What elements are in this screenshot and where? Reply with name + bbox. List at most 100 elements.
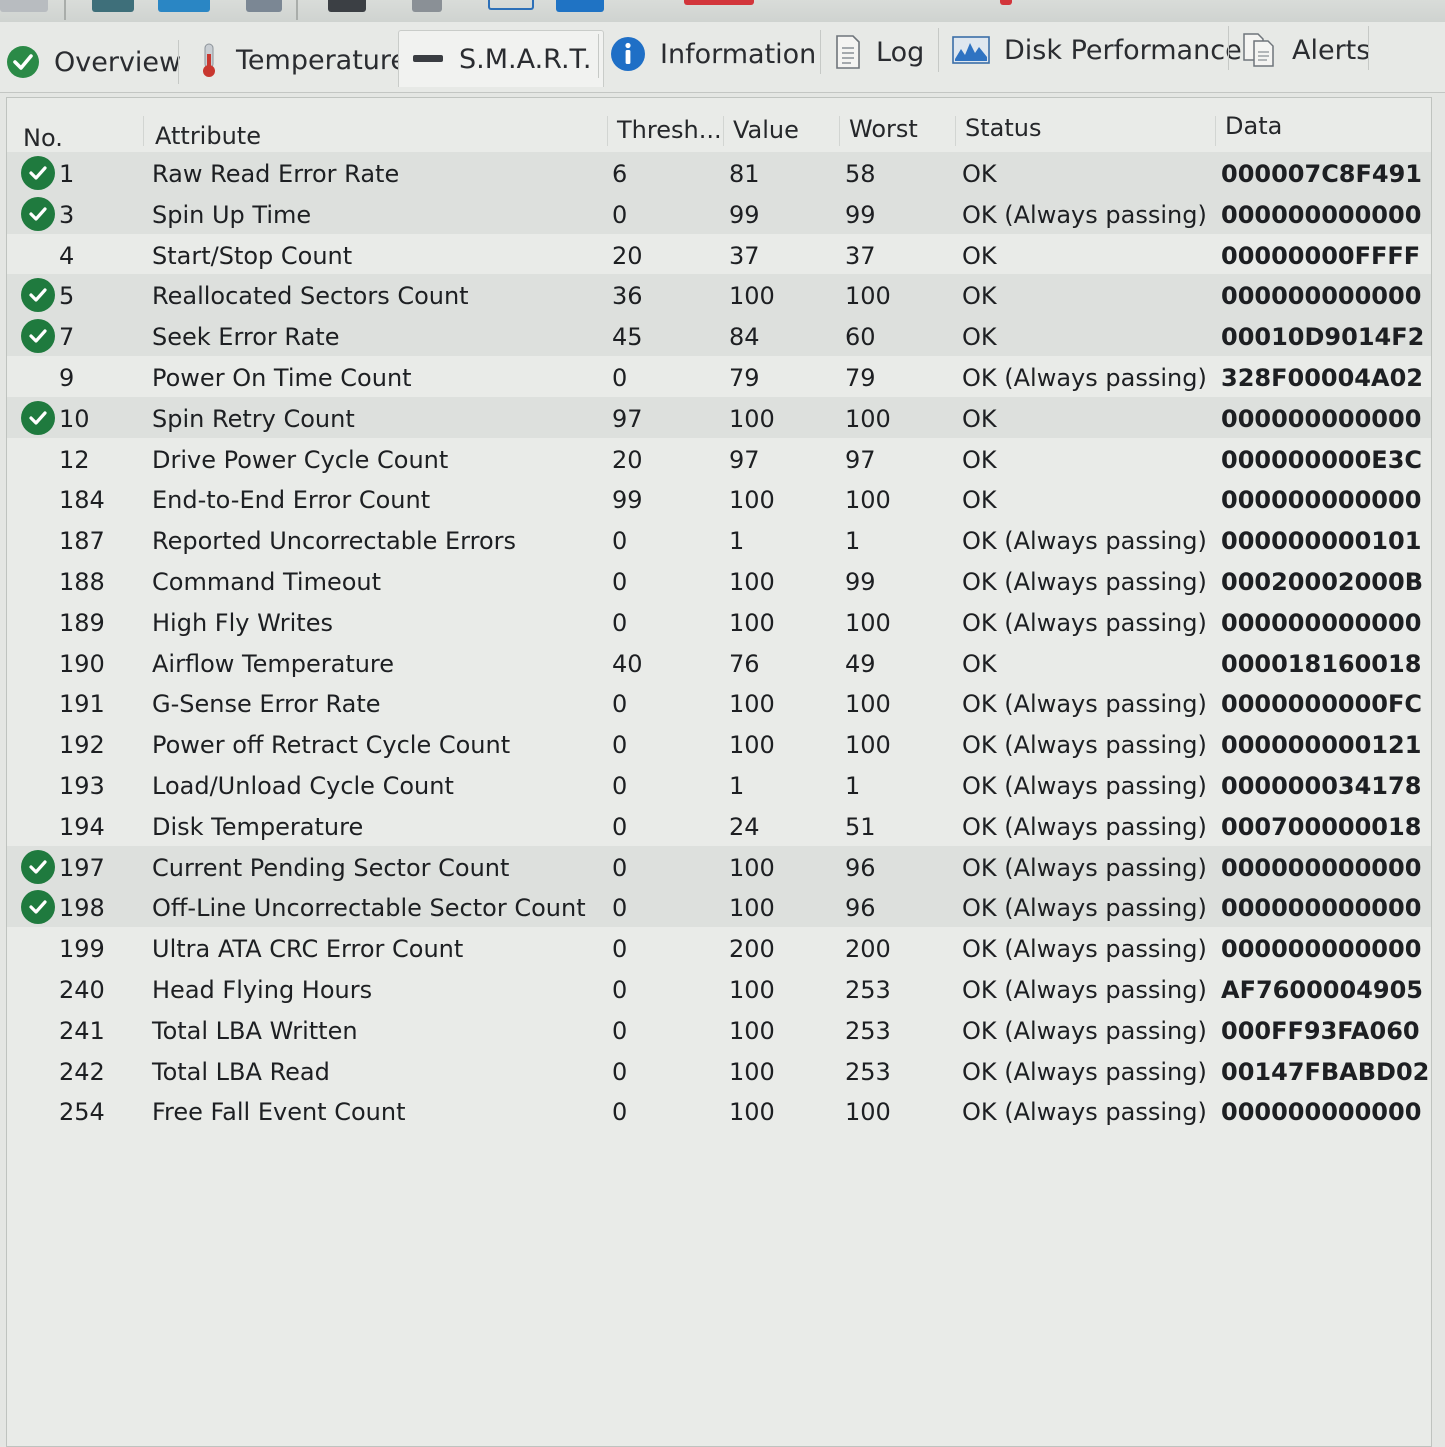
toolbar-button[interactable] xyxy=(556,0,604,12)
worst-value: 49 xyxy=(845,649,876,678)
table-row[interactable]: 242 Total LBA Read 0 100 253 OK (Always passi… xyxy=(7,1050,1431,1091)
attribute-id: 197 xyxy=(59,853,105,882)
tab-disk-performance[interactable]: Disk Performance xyxy=(952,26,1242,74)
table-row[interactable]: 197 Current Pending Sector Count 0 100 96 OK … xyxy=(7,845,1431,887)
worst-value: 253 xyxy=(845,1057,891,1086)
status-text: OK xyxy=(962,486,997,515)
raw-data: 000000000121 xyxy=(1221,731,1422,760)
attribute-name: High Fly Writes xyxy=(152,608,333,637)
header-attribute[interactable]: Attribute xyxy=(155,122,261,150)
header-worst[interactable]: Worst xyxy=(849,115,918,143)
status-text: OK xyxy=(962,649,997,678)
worst-value: 58 xyxy=(845,160,876,188)
attribute-id: 10 xyxy=(59,404,90,433)
table-row[interactable]: 192 Power off Retract Cycle Count 0 100 100 O… xyxy=(7,723,1431,764)
table-row[interactable]: 10 Spin Retry Count 97 100 100 OK 000000000000 xyxy=(7,396,1431,438)
raw-data: 000000000000 xyxy=(1221,853,1422,882)
threshold-value: 0 xyxy=(612,200,628,229)
table-row[interactable]: 241 Total LBA Written 0 100 253 OK (Always pa… xyxy=(7,1009,1431,1050)
tab-alerts[interactable]: Alerts xyxy=(1242,26,1370,74)
table-row[interactable]: 4 Start/Stop Count 20 37 37 OK 00000000FFFF xyxy=(7,234,1431,275)
column-divider[interactable] xyxy=(607,116,608,146)
table-row[interactable]: 1 Raw Read Error Rate 6 81 58 OK 000007C8F491 xyxy=(7,152,1431,193)
raw-data: 000000000000 xyxy=(1221,608,1422,637)
attribute-name: Raw Read Error Rate xyxy=(152,160,400,188)
status-text: OK xyxy=(962,404,997,433)
attribute-id: 4 xyxy=(59,241,75,270)
threshold-value: 0 xyxy=(612,812,628,841)
attribute-id: 3 xyxy=(59,200,75,229)
raw-data: 00010D9014F2 xyxy=(1221,323,1425,352)
threshold-value: 20 xyxy=(612,445,643,474)
column-divider[interactable] xyxy=(723,116,724,146)
tab-information[interactable]: Information xyxy=(610,30,816,78)
table-row[interactable]: 254 Free Fall Event Count 0 100 100 OK (Alway… xyxy=(7,1090,1431,1131)
toolbar-button[interactable] xyxy=(246,0,282,12)
table-row[interactable]: 198 Off-Line Uncorrectable Sector Count 0 1… xyxy=(7,886,1431,928)
threshold-value: 0 xyxy=(612,527,628,556)
current-value: 100 xyxy=(729,1016,775,1045)
tab-smart[interactable]: S.M.A.R.T. xyxy=(398,30,605,87)
status-text: OK xyxy=(962,160,997,188)
tab-label: Alerts xyxy=(1292,34,1371,66)
header-no[interactable]: No. xyxy=(23,124,63,152)
raw-data: 000000000000 xyxy=(1221,404,1422,433)
tab-overview[interactable]: Overview xyxy=(6,38,181,86)
ok-check-icon xyxy=(21,156,55,190)
threshold-value: 0 xyxy=(612,935,628,964)
table-row[interactable]: 189 High Fly Writes 0 100 100 OK (Always pass… xyxy=(7,601,1431,642)
table-row[interactable]: 194 Disk Temperature 0 24 51 OK (Always passi… xyxy=(7,805,1431,846)
table-row[interactable]: 5 Reallocated Sectors Count 36 100 100 OK 0000… xyxy=(7,274,1431,316)
raw-data: 328F00004A02 xyxy=(1221,363,1423,392)
table-row[interactable]: 191 G-Sense Error Rate 0 100 100 OK (Always p… xyxy=(7,682,1431,723)
toolbar-button[interactable] xyxy=(328,0,366,12)
threshold-value: 0 xyxy=(612,894,628,923)
attribute-name: Total LBA Read xyxy=(152,1057,330,1086)
worst-value: 60 xyxy=(845,323,876,352)
column-divider[interactable] xyxy=(1215,116,1216,146)
toolbar-button[interactable] xyxy=(92,0,134,12)
table-row[interactable]: 9 Power On Time Count 0 79 79 OK (Always pass… xyxy=(7,356,1431,397)
attribute-id: 194 xyxy=(59,812,105,841)
attribute-name: Start/Stop Count xyxy=(152,241,353,270)
attribute-name: Ultra ATA CRC Error Count xyxy=(152,935,464,964)
column-divider[interactable] xyxy=(839,116,840,146)
column-divider[interactable] xyxy=(143,116,144,146)
smart-table: No. Attribute Thresh... Value Worst Stat… xyxy=(6,97,1432,1447)
toolbar-button[interactable] xyxy=(158,0,210,12)
status-text: OK (Always passing) xyxy=(962,853,1207,882)
tab-log[interactable]: Log xyxy=(834,28,924,76)
header-data[interactable]: Data xyxy=(1225,112,1282,140)
column-divider[interactable] xyxy=(955,116,956,146)
current-value: 79 xyxy=(729,363,760,392)
table-row[interactable]: 188 Command Timeout 0 100 99 OK (Always passi… xyxy=(7,560,1431,601)
table-row[interactable]: 12 Drive Power Cycle Count 20 97 97 OK 0000000… xyxy=(7,438,1431,479)
tab-divider xyxy=(598,34,599,78)
tab-bar: Overview Temperature S.M.A.R.T. Informat… xyxy=(0,22,1445,93)
status-text: OK (Always passing) xyxy=(962,567,1207,596)
attribute-name: Power off Retract Cycle Count xyxy=(152,731,511,760)
table-row[interactable]: 3 Spin Up Time 0 99 99 OK (Always passing) 000… xyxy=(7,192,1431,234)
threshold-value: 0 xyxy=(612,690,628,719)
status-text: OK (Always passing) xyxy=(962,731,1207,760)
worst-value: 200 xyxy=(845,935,891,964)
toolbar-button[interactable] xyxy=(412,0,442,12)
status-text: OK (Always passing) xyxy=(962,1057,1207,1086)
table-row[interactable]: 199 Ultra ATA CRC Error Count 0 200 200 OK (A… xyxy=(7,927,1431,968)
attribute-id: 184 xyxy=(59,486,105,515)
table-row[interactable]: 190 Airflow Temperature 40 76 49 OK 0000181600… xyxy=(7,642,1431,683)
table-row[interactable]: 7 Seek Error Rate 45 84 60 OK 00010D9014F2 xyxy=(7,315,1431,356)
toolbar-button[interactable] xyxy=(0,0,48,12)
table-row[interactable]: 184 End-to-End Error Count 99 100 100 OK 00000… xyxy=(7,478,1431,519)
tab-label: S.M.A.R.T. xyxy=(459,43,592,75)
header-threshold[interactable]: Thresh... xyxy=(617,116,722,144)
table-row[interactable]: 193 Load/Unload Cycle Count 0 1 1 OK (Always … xyxy=(7,764,1431,805)
header-value[interactable]: Value xyxy=(733,116,799,144)
current-value: 100 xyxy=(729,567,775,596)
table-row[interactable]: 240 Head Flying Hours 0 100 253 OK (Always pa… xyxy=(7,968,1431,1009)
header-status[interactable]: Status xyxy=(965,114,1041,142)
attribute-id: 241 xyxy=(59,1016,105,1045)
tab-temperature[interactable]: Temperature xyxy=(196,36,407,84)
table-row[interactable]: 187 Reported Uncorrectable Errors 0 1 1 OK (A… xyxy=(7,519,1431,560)
toolbar-button[interactable] xyxy=(488,0,534,10)
